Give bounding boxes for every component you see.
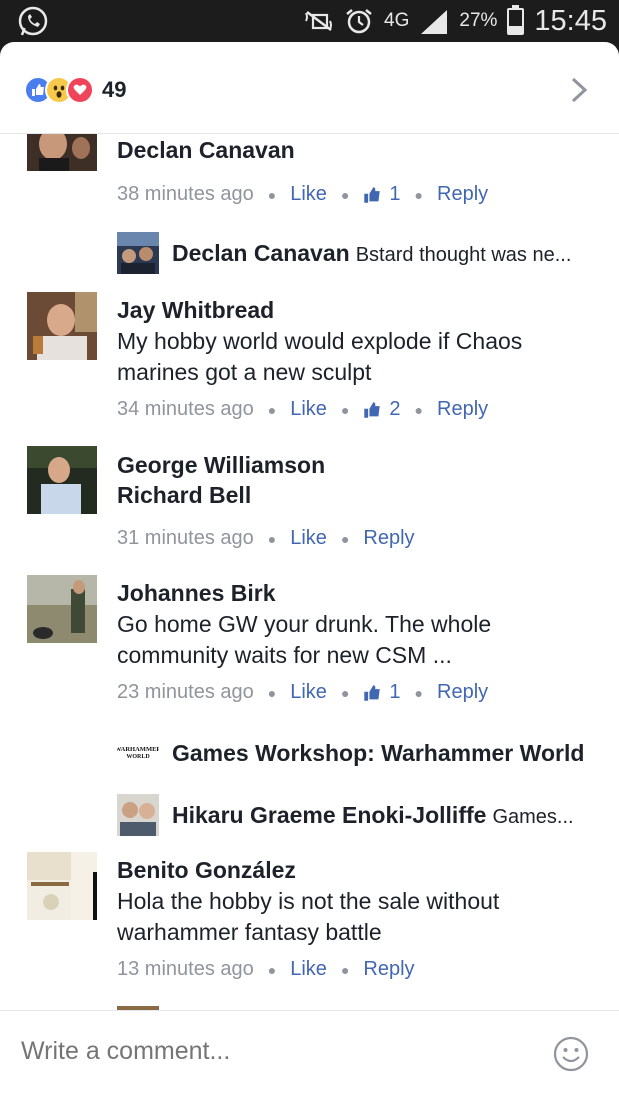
battery-percent: 27%	[459, 10, 498, 31]
like-button[interactable]: Like	[290, 681, 327, 704]
avatar[interactable]	[27, 134, 97, 171]
commenter-name[interactable]: Declan Canavan	[117, 137, 295, 164]
comment-george-williamson: George Williamson Richard Bell 31 minute…	[0, 446, 619, 566]
reply-preview-hikaru[interactable]: Hikaru Graeme Enoki-Jolliffe Games...	[0, 791, 619, 839]
reply-button[interactable]: Reply	[363, 527, 414, 550]
reply-button[interactable]: Reply	[437, 183, 488, 206]
comment-meta: 38 minutes ago ● Like ● 1 ● Reply	[117, 183, 488, 206]
reply-preview-games-workshop[interactable]: WARHAMMER WORLD Games Workshop: Warhamme…	[0, 730, 619, 778]
separator-dot: ●	[414, 684, 423, 701]
reply-preview[interactable]: Declan Canavan Bstard thought was ne...	[172, 240, 571, 267]
comment-time[interactable]: 31 minutes ago	[117, 527, 254, 550]
avatar[interactable]	[27, 852, 97, 920]
comment-declan-canavan: Declan Canavan 38 minutes ago ● Like ● 1…	[0, 134, 619, 224]
like-count-value: 1	[389, 681, 401, 703]
thumbs-up-icon	[364, 401, 381, 418]
reply-preview-text: Games...	[492, 806, 574, 828]
commenter-name: Declan Canavan	[172, 240, 350, 266]
like-count-value: 2	[389, 398, 401, 420]
emoji-icon[interactable]	[553, 1036, 589, 1072]
reaction-count: 49	[102, 77, 127, 102]
network-type: 4G	[384, 10, 410, 31]
avatar[interactable]	[117, 794, 159, 836]
avatar[interactable]	[27, 575, 97, 643]
separator-dot: ●	[414, 401, 423, 418]
comment-text: Hola the hobby is not the sale without w…	[117, 888, 500, 945]
separator-dot: ●	[340, 530, 350, 547]
thumbs-up-icon	[364, 186, 381, 203]
love-icon	[66, 76, 94, 104]
like-count[interactable]: 2	[363, 398, 401, 421]
avatar[interactable]	[117, 232, 159, 274]
battery-icon	[507, 4, 525, 35]
like-button[interactable]: Like	[290, 958, 327, 981]
comment-time[interactable]: 34 minutes ago	[117, 398, 254, 421]
comment-meta: 23 minutes ago ● Like ● 1 ● Reply	[117, 681, 488, 704]
reply-button[interactable]: Reply	[363, 958, 414, 981]
clock: 15:45	[534, 4, 607, 37]
reactions-summary[interactable]: 49	[24, 76, 126, 104]
comment-time[interactable]: 38 minutes ago	[117, 183, 254, 206]
commenter-name[interactable]: Benito González	[117, 857, 296, 884]
status-bar: 4G 27% 15:45	[0, 0, 619, 42]
reply-button[interactable]: Reply	[437, 398, 488, 421]
comment-time[interactable]: 23 minutes ago	[117, 681, 254, 704]
separator-dot: ●	[267, 961, 277, 978]
chevron-right-icon[interactable]	[569, 76, 589, 104]
comment-text: My hobby world would explode if Chaos ma…	[117, 328, 523, 385]
separator-dot: ●	[267, 186, 277, 203]
whatsapp-icon	[18, 6, 48, 36]
commenter-name[interactable]: Johannes Birk	[117, 580, 276, 607]
reply-button[interactable]: Reply	[437, 681, 488, 704]
comments-sheet: 49 Declan Canavan 38 minutes ago ● Like …	[0, 42, 619, 1101]
comment-composer	[0, 1010, 619, 1101]
comment-benito-gonzalez: Benito González Hola the hobby is not th…	[0, 852, 619, 992]
commenter-name: Hikaru Graeme Enoki-Jolliffe	[172, 802, 487, 828]
comment-jay-whitbread: Jay Whitbread My hobby world would explo…	[0, 292, 619, 432]
like-button[interactable]: Like	[290, 398, 327, 421]
separator-dot: ●	[340, 961, 350, 978]
avatar[interactable]	[27, 292, 97, 360]
warhammer-world-logo[interactable]: WARHAMMER WORLD	[117, 732, 159, 774]
separator-dot: ●	[267, 684, 277, 701]
signal-icon	[421, 10, 448, 34]
reactions-header[interactable]: 49	[0, 42, 619, 134]
comment-johannes-birk: Johannes Birk Go home GW your drunk. The…	[0, 575, 619, 715]
comment-input[interactable]	[21, 1037, 521, 1066]
comment-meta: 31 minutes ago ● Like ● Reply	[117, 527, 415, 550]
separator-dot: ●	[340, 684, 350, 701]
comment-time[interactable]: 13 minutes ago	[117, 958, 254, 981]
like-count[interactable]: 1	[363, 681, 401, 704]
separator-dot: ●	[340, 401, 350, 418]
like-count-value: 1	[389, 183, 401, 205]
nfc-mute-icon	[305, 11, 333, 31]
svg-text:WORLD: WORLD	[126, 754, 150, 760]
commenter-name[interactable]: Games Workshop: Warhammer World	[172, 740, 584, 767]
avatar[interactable]	[27, 446, 97, 514]
thumbs-up-icon	[364, 684, 381, 701]
separator-dot: ●	[267, 530, 277, 547]
tagged-user[interactable]: Richard Bell	[117, 482, 251, 509]
like-count[interactable]: 1	[363, 183, 401, 206]
reply-preview-text: Bstard thought was ne...	[355, 244, 572, 266]
comment-text: Go home GW your drunk. The whole communi…	[117, 611, 492, 668]
comment-meta: 34 minutes ago ● Like ● 2 ● Reply	[117, 398, 488, 421]
like-button[interactable]: Like	[290, 183, 327, 206]
commenter-name[interactable]: George Williamson	[117, 452, 325, 479]
reply-preview-declan-canavan[interactable]: Declan Canavan Bstard thought was ne...	[0, 230, 619, 278]
commenter-name[interactable]: Jay Whitbread	[117, 297, 274, 324]
comment-meta: 13 minutes ago ● Like ● Reply	[117, 958, 415, 981]
like-button[interactable]: Like	[290, 527, 327, 550]
separator-dot: ●	[414, 186, 423, 203]
alarm-icon	[346, 9, 372, 34]
separator-dot: ●	[267, 401, 277, 418]
svg-text:WARHAMMER: WARHAMMER	[117, 746, 159, 753]
separator-dot: ●	[340, 186, 350, 203]
reply-preview[interactable]: Hikaru Graeme Enoki-Jolliffe Games...	[172, 802, 574, 829]
